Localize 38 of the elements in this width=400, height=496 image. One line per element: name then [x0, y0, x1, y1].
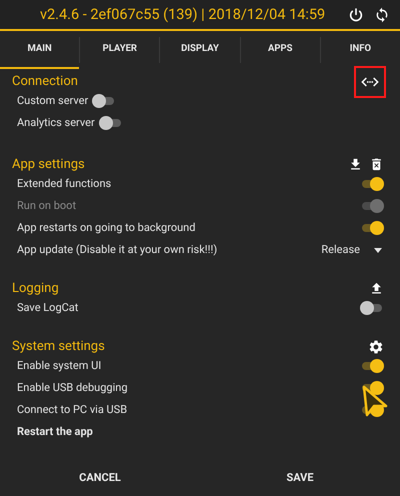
toggle-switch[interactable] — [360, 301, 384, 315]
setting-label: App update (Disable it at your own risk!!!) — [17, 242, 218, 258]
setting-label: Run on boot — [17, 198, 76, 214]
section-title: System settings — [12, 338, 105, 356]
setting-label: App restarts on going to background — [17, 220, 196, 236]
settings-icon[interactable] — [368, 338, 384, 354]
dialog-button[interactable]: SAVE — [200, 460, 400, 496]
upload-icon[interactable] — [369, 281, 384, 296]
toggle-switch[interactable] — [360, 359, 384, 373]
section-title: Logging — [12, 280, 59, 298]
app-title: v2.4.6 - 2ef067c55 (139) | 2018/12/04 14:59 — [40, 4, 326, 25]
setting-label: Enable system UI — [17, 358, 102, 374]
restart-link[interactable]: Restart the app — [17, 424, 93, 440]
tab[interactable]: DISPLAY — [160, 31, 240, 69]
dialog-button[interactable]: CANCEL — [0, 460, 200, 496]
power-icon[interactable] — [348, 6, 364, 22]
setting-label: Save LogCat — [17, 300, 78, 316]
pointer-icon — [362, 385, 388, 417]
code-icon[interactable] — [356, 68, 384, 96]
update-dropdown[interactable]: Release — [321, 242, 384, 258]
toggle-switch[interactable] — [98, 116, 123, 130]
setting-label: Enable USB debugging — [17, 380, 128, 396]
toggle-switch[interactable] — [360, 221, 384, 235]
toggle-switch[interactable] — [360, 177, 384, 191]
caret-icon — [374, 248, 382, 252]
toggle-switch[interactable] — [92, 94, 116, 108]
setting-label: Custom server — [17, 92, 88, 109]
download-icon[interactable] — [348, 157, 363, 172]
section-title: Connection — [12, 72, 78, 91]
tab[interactable]: INFO — [320, 31, 400, 69]
tab[interactable]: PLAYER — [80, 31, 160, 69]
setting-label: Connect to PC via USB — [17, 402, 128, 418]
setting-label: Analytics server — [17, 114, 95, 131]
tab[interactable]: APPS — [240, 31, 320, 69]
delete-icon[interactable] — [369, 157, 384, 172]
sync-icon[interactable] — [374, 6, 390, 22]
section-title: App settings — [12, 156, 85, 174]
setting-label: Extended functions — [17, 176, 112, 192]
